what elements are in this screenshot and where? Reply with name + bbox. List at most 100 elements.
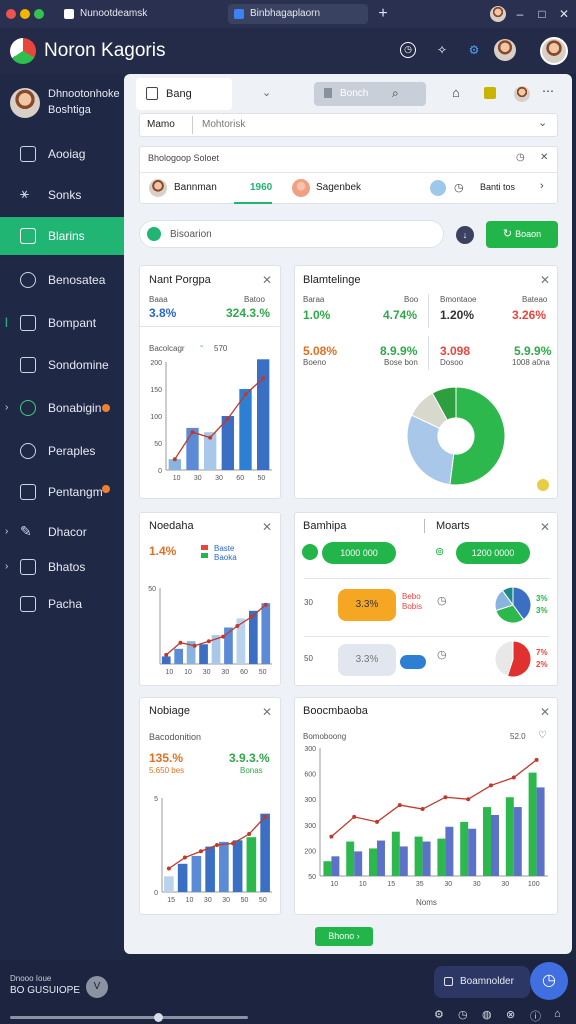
user2-name[interactable]: Sagenbek [316,182,361,193]
new-tab-button[interactable]: + [375,6,391,22]
bar [260,813,270,892]
user3-name[interactable]: Banti tos [480,182,515,192]
clock-icon[interactable]: ◷ [400,42,416,58]
notification-icon[interactable]: ✧ [432,40,452,60]
sidebar-item-pacha[interactable]: Pacha [0,585,124,623]
metric-label: Baraa [303,295,325,304]
trend-line [330,759,537,838]
profile-avatar[interactable] [490,6,506,22]
trend-point [164,652,169,657]
bar [177,863,188,892]
clock-icon[interactable]: ◷ [437,648,447,661]
chevron-right-icon[interactable]: › [540,180,544,192]
divider [304,636,550,637]
trend-point [235,624,240,628]
action-button[interactable]: ↻ Boaon [486,221,558,248]
x-tick-label: 50 [259,897,267,904]
chevron-right-icon: › [5,402,9,413]
sidebar-item-bompant[interactable]: | Bompant [0,304,124,342]
sidebar-item-label: Peraples [48,444,96,458]
profile-avatar[interactable] [10,88,40,118]
search-placeholder: Bisoarion [170,229,212,240]
info-icon[interactable]: ⓘ [530,1008,541,1024]
clock-icon[interactable]: ◷ [458,1008,468,1021]
close-icon[interactable]: ✕ [262,520,272,534]
sidebar-item-peraples[interactable]: Peraples [0,432,124,470]
close-icon[interactable]: ⊗ [506,1008,515,1021]
settings-icon[interactable]: ⚙ [434,1008,444,1021]
maximize-window-dot[interactable] [34,9,44,19]
clock-icon[interactable]: ◷ [516,152,525,163]
download-icon[interactable]: ↓ [456,226,474,244]
sidebar-item-sonks[interactable]: ⚹ Sonks [0,176,124,214]
status-pill[interactable]: 1200 0000 [456,542,530,564]
toggle[interactable] [400,655,426,669]
chevron-right-icon: › [5,526,9,537]
browser-tab-2[interactable]: Binbhagaplaorn [228,4,368,24]
x-tick-label: 30 [204,897,212,904]
sidebar-item-dhacor[interactable]: › ✎ Dhacor [0,513,124,551]
browser-tab-1[interactable]: Nunootdeamsk [58,4,218,24]
value-chip[interactable]: 3.3% [338,644,396,676]
value-chip[interactable]: 3.3% [338,589,396,621]
sidebar-item-benosatea[interactable]: Benosatea [0,261,124,299]
bar [491,814,499,876]
metric-value: 3.9.3.% [229,751,270,765]
close-button[interactable]: ✕ [556,6,572,22]
clock-icon[interactable]: ◷ [454,181,464,194]
status-badge[interactable]: V [86,976,108,998]
sidebar-item-label: Bompant [48,316,97,330]
close-icon[interactable]: ✕ [540,273,550,287]
x-tick-label: 10 [330,881,338,888]
clock-fab[interactable]: ◷ [530,962,568,1000]
close-icon[interactable]: ✕ [262,273,272,287]
sidebar-item-bonabigin[interactable]: › Bonabigin [0,389,124,427]
sidebar-item-sondomine[interactable]: Sondomine [0,346,124,384]
globe-icon[interactable]: ◍ [482,1008,492,1021]
metric-value: 5.08% [303,344,338,358]
user1-name[interactable]: Bannman [174,182,217,193]
trend-point [198,849,203,854]
sidebar-item-bhatos[interactable]: › Bhatos [0,548,124,586]
trend-point [352,814,357,819]
sidebar-item-blarins[interactable]: Blarins [0,217,124,255]
close-icon[interactable]: ✕ [540,705,550,719]
close-icon[interactable]: ✕ [540,152,548,163]
heart-icon[interactable]: ♡ [538,730,547,741]
status-pill[interactable]: 1000 000 [322,542,396,564]
metric-value: 1.4% [149,544,177,558]
folder-icon[interactable] [484,87,496,99]
close-icon[interactable]: ✕ [262,705,272,719]
search-icon[interactable]: ⌕ [392,86,399,101]
chevron-down-icon[interactable]: ⌄ [262,86,271,99]
info-icon[interactable] [430,180,446,196]
scrollbar-thumb[interactable] [154,1013,163,1022]
footer-button[interactable]: Bhono › [315,927,373,946]
home-icon[interactable]: ⌂ [452,85,460,100]
trend-point [249,614,254,619]
bottom-panel-label: Boamnolder [460,976,514,987]
settings-icon[interactable]: ⚙ [464,40,484,60]
bar [399,846,408,876]
detail-header: Bhologoop Soloet [148,153,220,163]
minimize-window-dot[interactable] [20,9,30,19]
maximize-button[interactable]: □ [534,6,550,22]
chevron-down-icon[interactable]: ⌄ [538,116,547,129]
sidebar-item-aooiag[interactable]: Aooiag [0,135,124,173]
more-icon[interactable]: ⋯ [542,84,554,98]
bar [445,826,454,876]
home-icon[interactable]: ⌂ [554,1008,561,1020]
close-window-dot[interactable] [6,9,16,19]
user-avatar[interactable] [514,86,530,102]
account-avatar[interactable] [540,37,568,65]
page-icon [234,9,244,19]
minimize-button[interactable]: – [512,6,528,22]
clock-icon[interactable]: ◷ [437,594,447,607]
close-icon[interactable]: ✕ [540,520,550,534]
card-title: Nobiage [149,705,190,717]
info-icon[interactable] [537,479,549,491]
row-label: 30 [304,598,313,607]
user-avatar[interactable] [494,39,516,61]
scrollbar-track[interactable] [10,1016,248,1019]
sidebar-item-pentangm[interactable]: Pentangm [0,473,124,511]
